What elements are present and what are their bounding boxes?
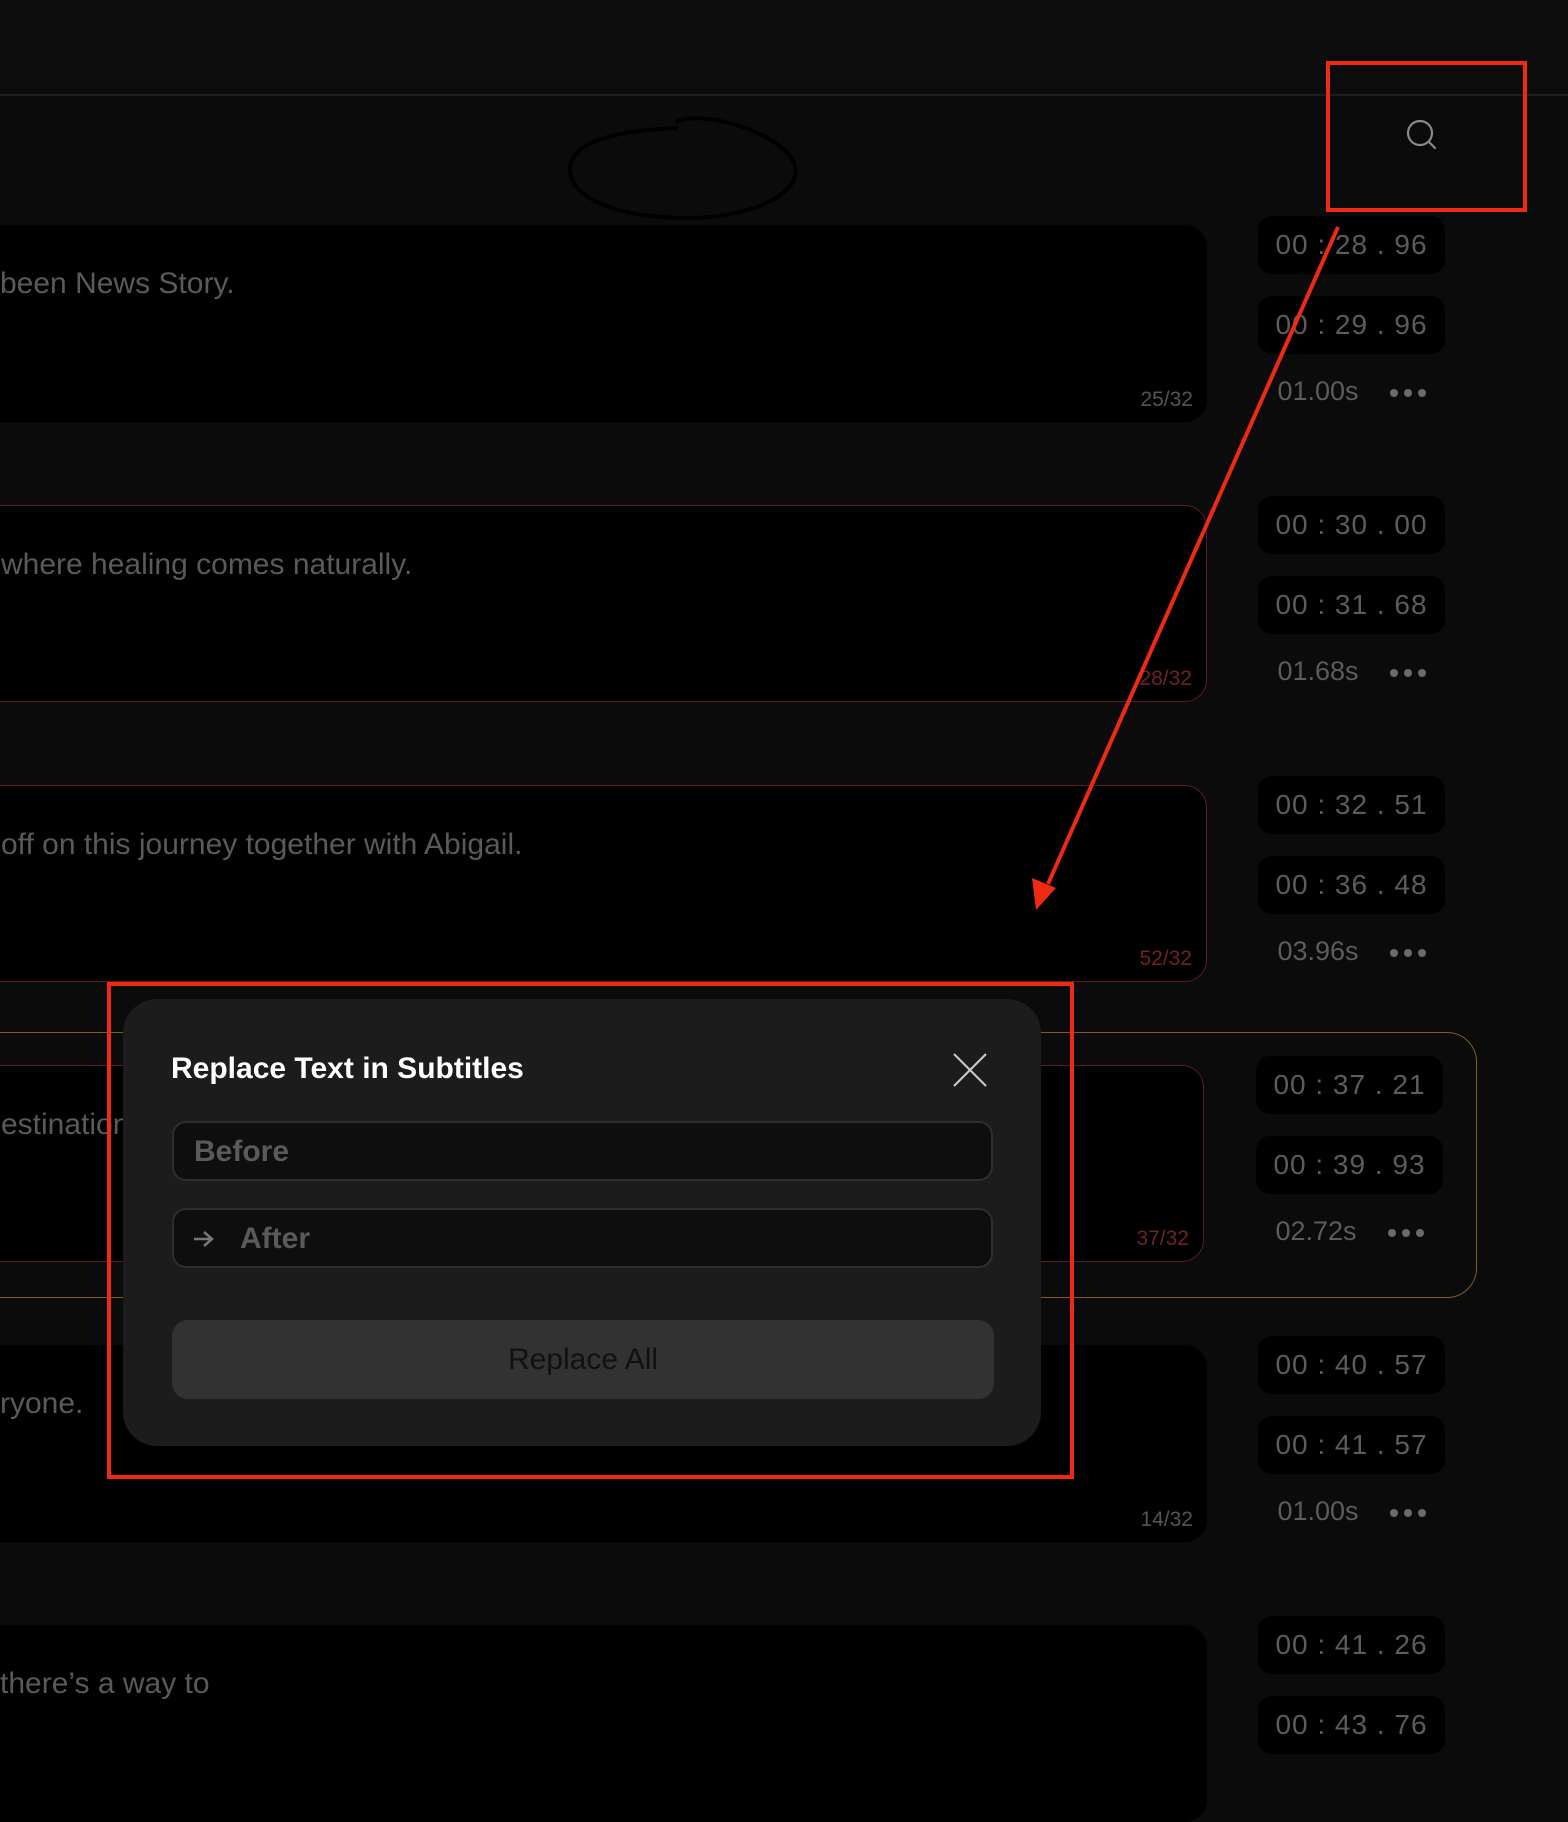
annotation-arrow [1032,226,1340,910]
